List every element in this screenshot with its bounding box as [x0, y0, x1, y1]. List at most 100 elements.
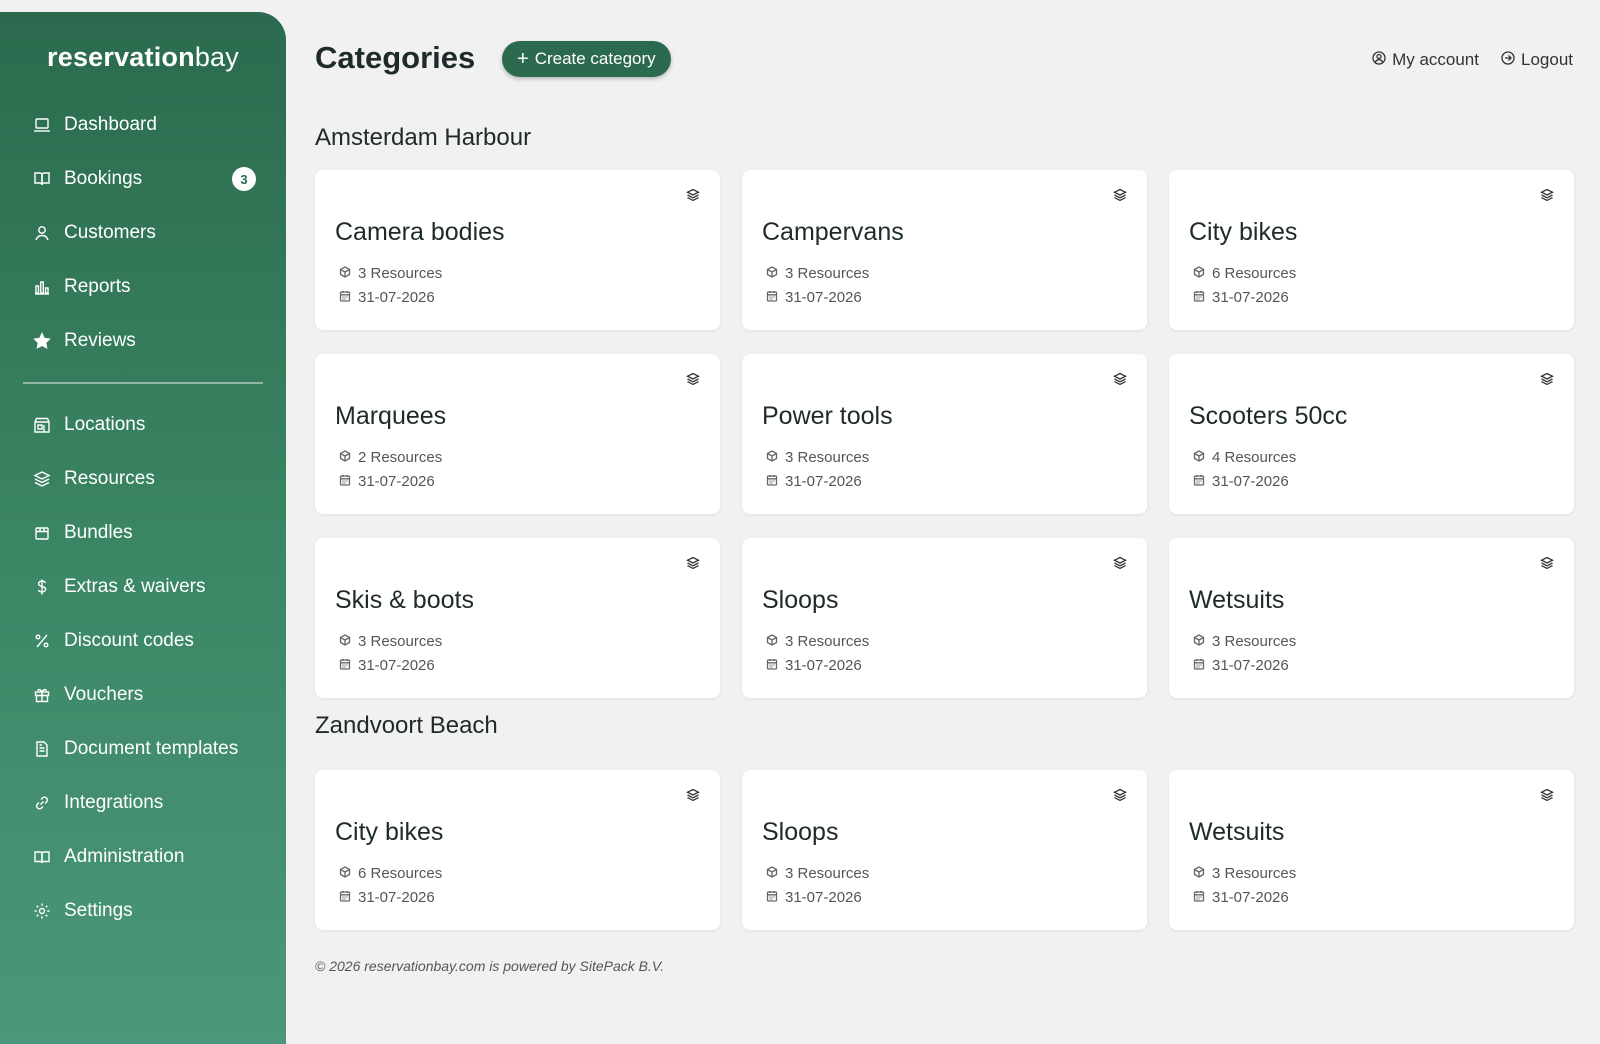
gear-icon	[32, 901, 52, 921]
resource-count: 6 Resources	[339, 865, 442, 882]
sidebar-item-settings[interactable]: Settings	[0, 884, 286, 938]
date-label: 31-07-2026	[358, 657, 435, 674]
cube-icon	[766, 449, 778, 466]
category-card[interactable]: Skis & boots 3 Resources 31-07-2026	[315, 538, 720, 698]
calendar-icon	[1193, 473, 1205, 490]
section-title-location: Zandvoort Beach	[315, 712, 498, 739]
category-card[interactable]: Scooters 50cc 4 Resources 31-07-2026	[1169, 354, 1574, 514]
laptop-icon	[32, 115, 52, 135]
sidebar-item-locations[interactable]: Locations	[0, 398, 286, 452]
category-card[interactable]: City bikes 6 Resources 31-07-2026	[315, 770, 720, 930]
sidebar: reservationbay Dashboard Bookings 3 Custome…	[0, 12, 286, 1044]
sidebar-item-administration[interactable]: Administration	[0, 830, 286, 884]
sidebar-item-discount-codes[interactable]: Discount codes	[0, 614, 286, 668]
category-date: 31-07-2026	[339, 889, 435, 906]
sidebar-item-dashboard[interactable]: Dashboard	[0, 98, 286, 152]
account-circle-icon	[1372, 50, 1386, 70]
sidebar-item-label: Bookings	[64, 168, 143, 189]
main-content: Categories + Create category My account …	[315, 0, 1574, 1044]
cube-icon	[766, 865, 778, 882]
account-links: My account Logout	[1372, 50, 1573, 70]
resource-count: 3 Resources	[766, 633, 869, 650]
category-card[interactable]: Power tools 3 Resources 31-07-2026	[742, 354, 1147, 514]
cube-icon	[766, 265, 778, 282]
category-grid: Camera bodies 3 Resources 31-07-2026 Camper…	[315, 170, 1574, 698]
create-category-button[interactable]: + Create category	[502, 41, 671, 77]
sidebar-item-extras-waivers[interactable]: Extras & waivers	[0, 560, 286, 614]
resource-count: 3 Resources	[766, 449, 869, 466]
dollar-icon	[32, 577, 52, 597]
sidebar-item-vouchers[interactable]: Vouchers	[0, 668, 286, 722]
category-card[interactable]: Sloops 3 Resources 31-07-2026	[742, 770, 1147, 930]
category-date: 31-07-2026	[766, 889, 862, 906]
resource-count-label: 3 Resources	[358, 633, 443, 650]
sidebar-nav: Dashboard Bookings 3 Customers Reports Review…	[0, 98, 286, 938]
cube-icon	[339, 449, 351, 466]
sidebar-item-label: Discount codes	[64, 630, 194, 651]
date-label: 31-07-2026	[785, 657, 862, 674]
calendar-icon	[1193, 657, 1205, 674]
category-name: City bikes	[1189, 218, 1298, 246]
sidebar-item-integrations[interactable]: Integrations	[0, 776, 286, 830]
my-account-link[interactable]: My account	[1372, 50, 1479, 70]
category-card[interactable]: Wetsuits 3 Resources 31-07-2026	[1169, 538, 1574, 698]
package-icon	[32, 523, 52, 543]
calendar-icon	[766, 289, 778, 306]
resource-count-label: 3 Resources	[785, 265, 870, 282]
brand-logo[interactable]: reservationbay	[0, 42, 286, 73]
footer-text: © 2026 reservationbay.com is powered by …	[315, 958, 665, 974]
sidebar-item-label: Customers	[64, 222, 156, 243]
layers-icon	[1540, 556, 1554, 570]
cube-icon	[766, 633, 778, 650]
category-name: Sloops	[762, 586, 839, 614]
category-card[interactable]: Camera bodies 3 Resources 31-07-2026	[315, 170, 720, 330]
sidebar-item-resources[interactable]: Resources	[0, 452, 286, 506]
sidebar-item-reports[interactable]: Reports	[0, 260, 286, 314]
sidebar-item-reviews[interactable]: Reviews	[0, 314, 286, 368]
sidebar-item-label: Document templates	[64, 738, 239, 759]
book-icon	[32, 169, 52, 189]
sidebar-item-bookings[interactable]: Bookings 3	[0, 152, 286, 206]
logout-link[interactable]: Logout	[1501, 50, 1573, 70]
date-label: 31-07-2026	[785, 889, 862, 906]
sidebar-item-document-templates[interactable]: Document templates	[0, 722, 286, 776]
resource-count: 3 Resources	[766, 265, 869, 282]
date-label: 31-07-2026	[785, 289, 862, 306]
resource-count-label: 3 Resources	[1212, 633, 1297, 650]
cube-icon	[1193, 865, 1205, 882]
calendar-icon	[339, 657, 351, 674]
cube-icon	[1193, 633, 1205, 650]
sidebar-item-label: Settings	[64, 900, 133, 921]
category-card[interactable]: City bikes 6 Resources 31-07-2026	[1169, 170, 1574, 330]
layers-icon	[686, 372, 700, 386]
category-date: 31-07-2026	[766, 657, 862, 674]
category-date: 31-07-2026	[1193, 657, 1289, 674]
date-label: 31-07-2026	[1212, 473, 1289, 490]
category-card[interactable]: Wetsuits 3 Resources 31-07-2026	[1169, 770, 1574, 930]
category-card[interactable]: Sloops 3 Resources 31-07-2026	[742, 538, 1147, 698]
resource-count-label: 4 Resources	[1212, 449, 1297, 466]
category-name: Sloops	[762, 818, 839, 846]
resource-count-label: 3 Resources	[1212, 865, 1297, 882]
sidebar-item-customers[interactable]: Customers	[0, 206, 286, 260]
book-open-icon	[32, 847, 52, 867]
sidebar-item-label: Reviews	[64, 330, 136, 351]
resource-count: 3 Resources	[766, 865, 869, 882]
sidebar-item-label: Bundles	[64, 522, 133, 543]
sidebar-item-bundles[interactable]: Bundles	[0, 506, 286, 560]
link-icon	[32, 793, 52, 813]
category-card[interactable]: Campervans 3 Resources 31-07-2026	[742, 170, 1147, 330]
cube-icon	[339, 633, 351, 650]
resource-count-label: 3 Resources	[785, 865, 870, 882]
sidebar-item-label: Vouchers	[64, 684, 144, 705]
category-card[interactable]: Marquees 2 Resources 31-07-2026	[315, 354, 720, 514]
category-date: 31-07-2026	[1193, 473, 1289, 490]
date-label: 31-07-2026	[785, 473, 862, 490]
layers-icon	[686, 788, 700, 802]
plus-icon: +	[517, 48, 529, 70]
category-grid: City bikes 6 Resources 31-07-2026 Sloops 3 R…	[315, 770, 1574, 930]
date-label: 31-07-2026	[1212, 889, 1289, 906]
date-label: 31-07-2026	[358, 889, 435, 906]
category-date: 31-07-2026	[766, 289, 862, 306]
date-label: 31-07-2026	[358, 473, 435, 490]
